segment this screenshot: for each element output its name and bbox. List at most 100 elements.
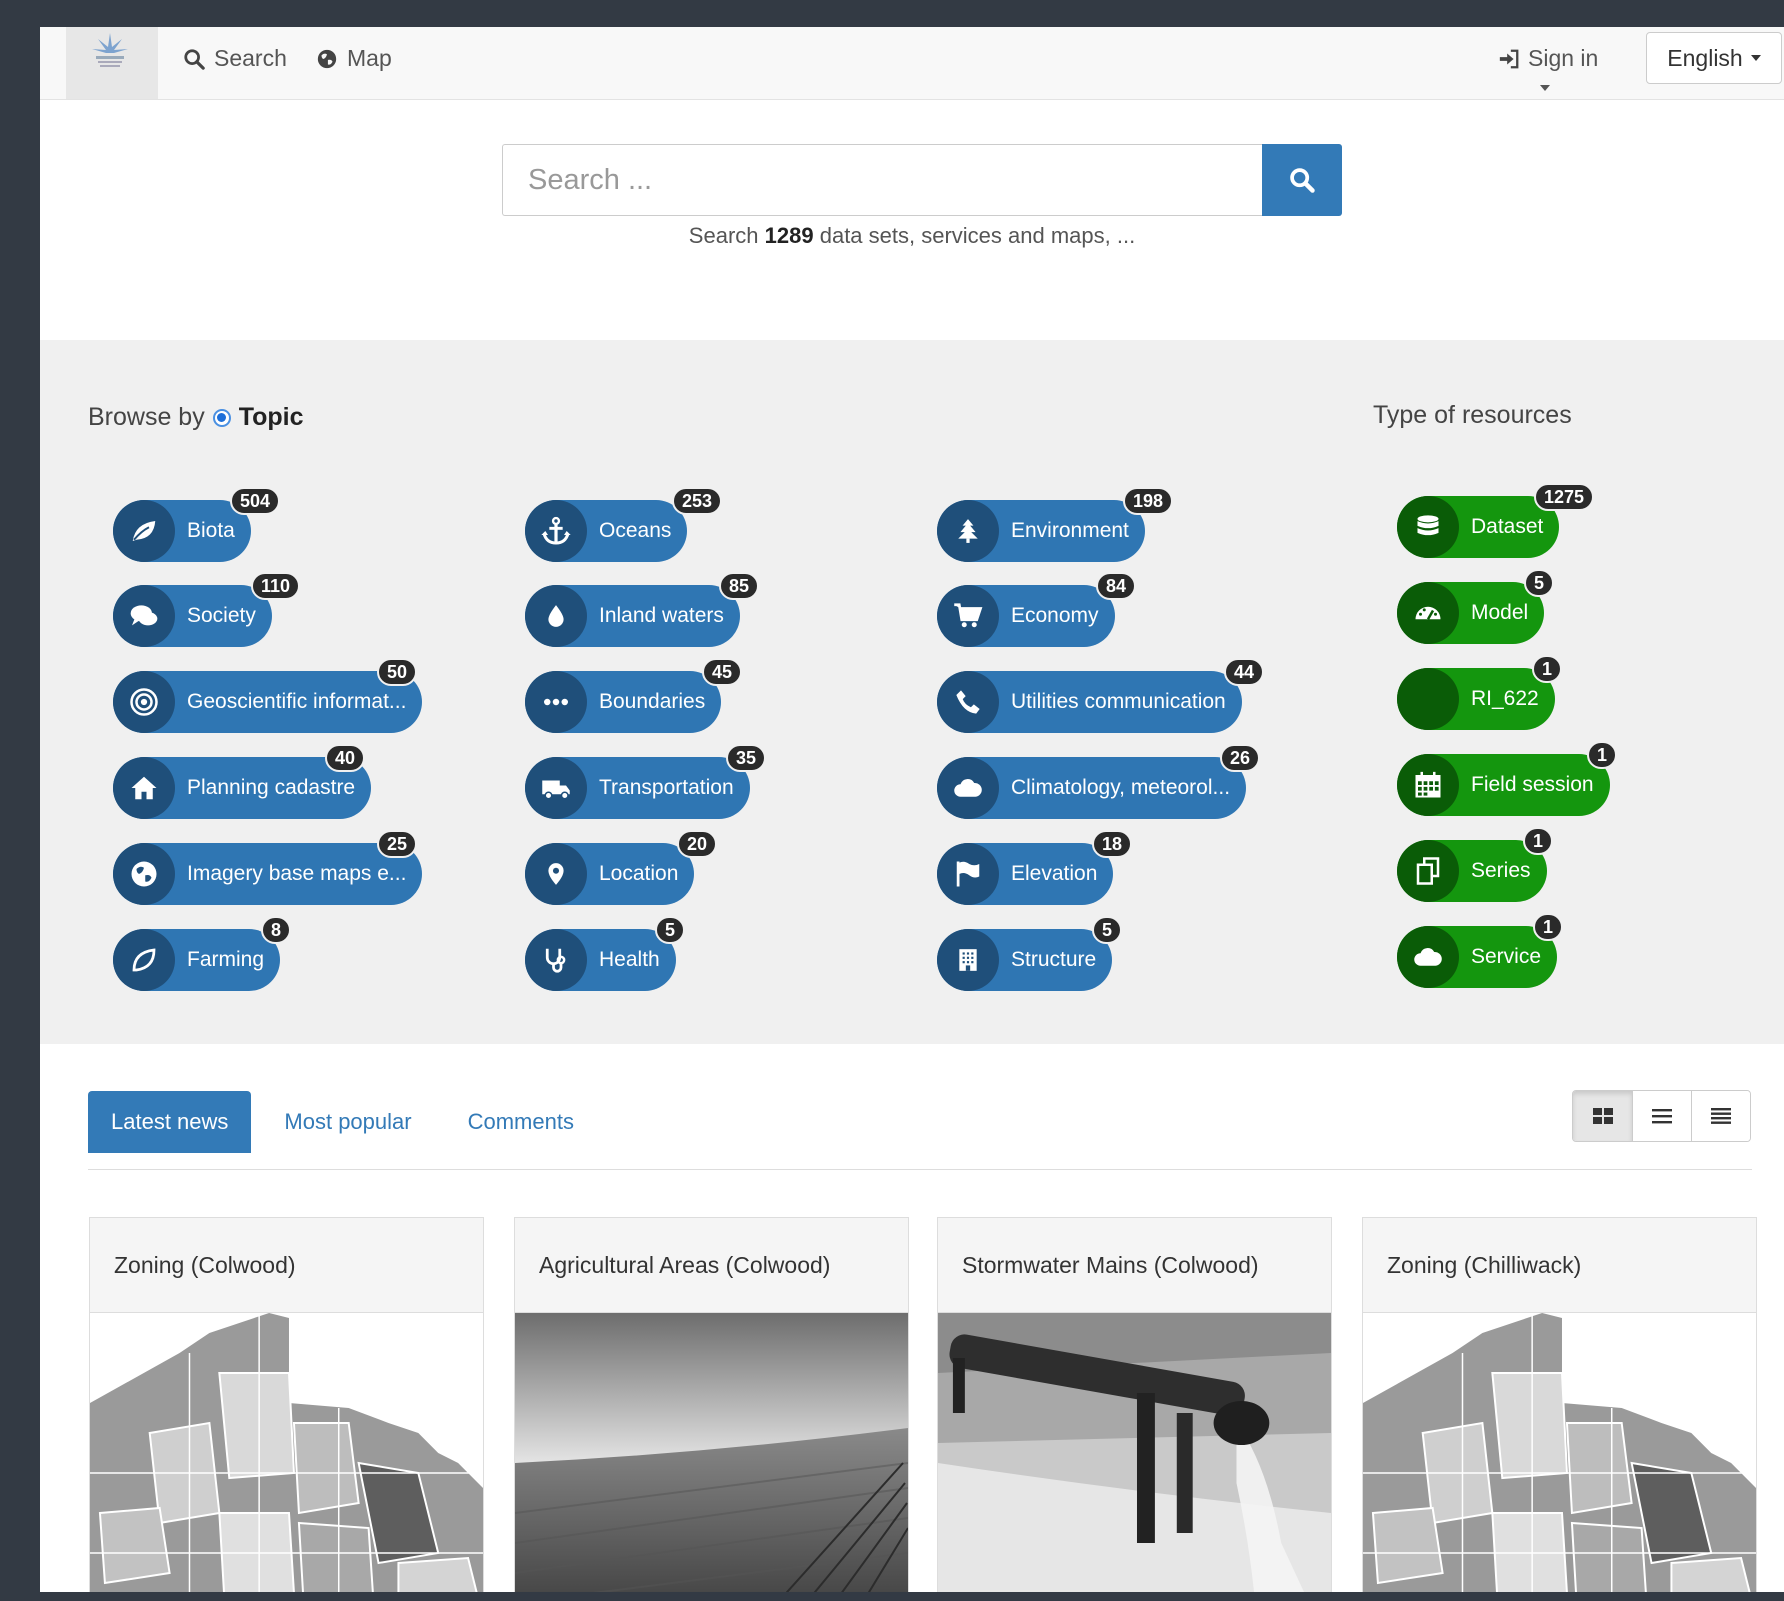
- count-badge: 44: [1224, 658, 1265, 686]
- flag-icon: [937, 843, 999, 905]
- count-badge: 26: [1220, 744, 1261, 772]
- comments-icon: [113, 585, 175, 647]
- top-navbar: Search Map Sign in English: [40, 27, 1784, 100]
- phone-icon: [937, 671, 999, 733]
- topic-pill-planning-cadastre[interactable]: Planning cadastre 40: [113, 744, 372, 819]
- building-icon: [937, 929, 999, 991]
- resource-label: Field session: [1471, 773, 1594, 796]
- topic-pill-elevation[interactable]: Elevation 18: [937, 830, 1133, 905]
- resource-types-title: Type of resources: [1373, 401, 1572, 429]
- language-dropdown[interactable]: English: [1646, 32, 1782, 84]
- search-hint-suffix: data sets, services and maps, ...: [819, 223, 1136, 248]
- topic-pill-biota[interactable]: Biota 504: [113, 487, 281, 562]
- resource-label: Service: [1471, 945, 1542, 968]
- tab-most-popular[interactable]: Most popular: [261, 1091, 434, 1153]
- topic-label: Environment: [1011, 519, 1129, 542]
- count-badge: 40: [325, 744, 366, 772]
- topic-pill-climatology[interactable]: Climatology, meteorol... 26: [937, 744, 1261, 819]
- card-thumbnail-pipe: [938, 1313, 1331, 1592]
- resource-pill-dataset[interactable]: Dataset 1275: [1397, 483, 1595, 558]
- shopping-cart-icon: [937, 585, 999, 647]
- card-title[interactable]: Zoning (Colwood): [90, 1218, 483, 1313]
- list-view-button[interactable]: [1632, 1091, 1691, 1141]
- search-bar: [502, 144, 1342, 216]
- topic-pill-oceans[interactable]: Oceans 253: [525, 487, 723, 562]
- grid-view-button[interactable]: [1573, 1091, 1632, 1141]
- count-badge: 35: [726, 744, 767, 772]
- tab-comments[interactable]: Comments: [445, 1091, 597, 1153]
- topic-pill-society[interactable]: Society 110: [113, 572, 301, 647]
- tabs-divider: [88, 1169, 1752, 1170]
- card-title[interactable]: Stormwater Mains (Colwood): [938, 1218, 1331, 1313]
- count-badge: 1: [1587, 741, 1618, 769]
- grid-icon: [1592, 1108, 1613, 1124]
- nav-search-label: Search: [214, 45, 287, 71]
- news-card[interactable]: Zoning (Colwood): [89, 1217, 484, 1592]
- count-badge: 1275: [1534, 483, 1595, 511]
- page: Search Map Sign in English Search 1289 d…: [40, 27, 1784, 1592]
- card-title[interactable]: Agricultural Areas (Colwood): [515, 1218, 908, 1313]
- topic-pill-economy[interactable]: Economy 84: [937, 572, 1137, 647]
- browse-title: Browse by Topic: [88, 403, 304, 432]
- resource-pill-series[interactable]: Series 1: [1397, 827, 1554, 902]
- signin-link[interactable]: Sign in: [1498, 45, 1598, 72]
- tab-latest-news[interactable]: Latest news: [88, 1091, 252, 1153]
- topic-label: Biota: [187, 519, 235, 542]
- topic-pill-location[interactable]: Location 20: [525, 830, 718, 905]
- site-logo[interactable]: [66, 27, 158, 99]
- resource-label: Model: [1471, 601, 1529, 624]
- news-card[interactable]: Agricultural Areas (Colwood): [514, 1217, 909, 1592]
- nav-map-link[interactable]: Map: [316, 45, 392, 72]
- topic-label: Health: [599, 948, 660, 971]
- topic-label: Boundaries: [599, 690, 706, 713]
- topic-pill-boundaries[interactable]: Boundaries 45: [525, 658, 743, 733]
- topic-label: Planning cadastre: [187, 776, 356, 799]
- search-button[interactable]: [1262, 144, 1342, 216]
- count-badge: 45: [702, 658, 743, 686]
- stethoscope-icon: [525, 929, 587, 991]
- anchor-icon: [525, 500, 587, 562]
- truck-icon: [525, 757, 587, 819]
- news-tabs: Latest news Most popular Comments: [88, 1091, 607, 1153]
- topic-pill-utilities[interactable]: Utilities communication 44: [937, 658, 1265, 733]
- copy-icon: [1397, 840, 1459, 902]
- count-badge: 84: [1096, 572, 1137, 600]
- globe-icon: [317, 49, 337, 68]
- topic-pill-environment[interactable]: Environment 198: [937, 487, 1174, 562]
- nav-search-link[interactable]: Search: [183, 45, 287, 72]
- topic-pill-health[interactable]: Health 5: [525, 916, 686, 991]
- browse-title-option: Topic: [238, 403, 304, 431]
- browse-section: Browse by Topic Type of resources Biota …: [40, 340, 1784, 1044]
- count-badge: 5: [1524, 569, 1555, 597]
- resource-pill-ri622[interactable]: RI_622 1: [1397, 655, 1563, 730]
- topic-label: Society: [187, 604, 256, 627]
- topic-radio[interactable]: [212, 408, 231, 427]
- topic-pill-farming[interactable]: Farming 8: [113, 916, 292, 991]
- resource-pill-field-session[interactable]: Field session 1: [1397, 741, 1618, 816]
- resource-label: Dataset: [1471, 515, 1544, 538]
- blank-icon: [1397, 668, 1459, 730]
- topic-pill-geoscientific[interactable]: Geoscientific informat... 50: [113, 658, 423, 733]
- count-badge: 1: [1533, 913, 1564, 941]
- topic-pill-inland-waters[interactable]: Inland waters 85: [525, 572, 760, 647]
- compact-list-view-button[interactable]: [1691, 1091, 1750, 1141]
- news-card[interactable]: Stormwater Mains (Colwood): [937, 1217, 1332, 1592]
- topic-pill-imagery[interactable]: Imagery base maps e... 25: [113, 830, 423, 905]
- news-card[interactable]: Zoning (Chilliwack): [1362, 1217, 1757, 1592]
- topic-pill-structure[interactable]: Structure 5: [937, 916, 1123, 991]
- count-badge: 50: [377, 658, 418, 686]
- topic-label: Imagery base maps e...: [187, 862, 407, 885]
- cloud-icon: [1397, 926, 1459, 988]
- list-icon: [1652, 1109, 1672, 1124]
- sign-in-icon: [1499, 49, 1519, 68]
- count-badge: 253: [672, 487, 723, 515]
- count-badge: 25: [377, 830, 418, 858]
- resource-label: Series: [1471, 859, 1531, 882]
- topic-pill-transportation[interactable]: Transportation 35: [525, 744, 767, 819]
- tree-icon: [937, 500, 999, 562]
- resource-pill-model[interactable]: Model 5: [1397, 569, 1555, 644]
- resource-pill-service[interactable]: Service 1: [1397, 913, 1564, 988]
- card-title[interactable]: Zoning (Chilliwack): [1363, 1218, 1756, 1313]
- search-input[interactable]: [502, 144, 1262, 216]
- calendar-icon: [1397, 754, 1459, 816]
